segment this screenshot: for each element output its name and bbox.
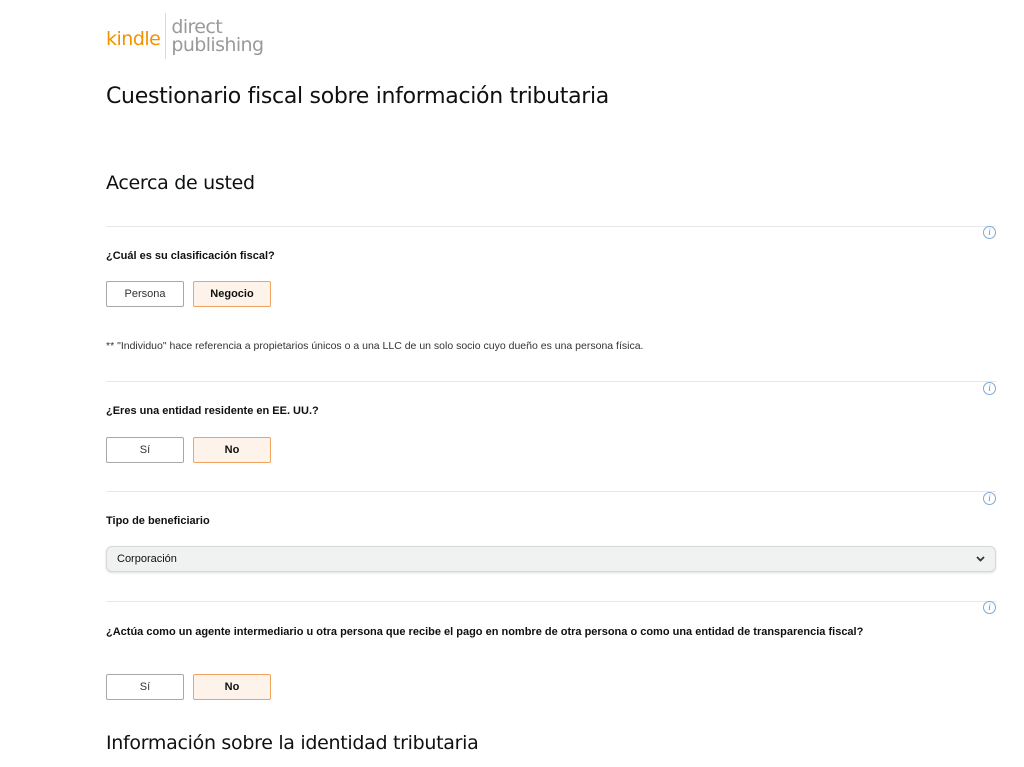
info-icon[interactable]: i [983,382,996,395]
divider [106,226,996,227]
chevron-down-icon [975,554,985,564]
section-title-tax-identity: Información sobre la identidad tributari… [106,732,479,754]
intermediary-no-button[interactable]: No [193,674,271,700]
intermediary-toggle: Sí No [106,674,271,700]
beneficiary-type-label: Tipo de beneficiario [106,515,210,527]
individual-footnote: ** "Individuo" hace referencia a propiet… [106,340,644,352]
beneficiary-type-select[interactable]: Corporación [106,546,996,572]
logo-direct-publishing: direct publishing [171,18,264,56]
info-icon[interactable]: i [983,601,996,614]
info-icon[interactable]: i [983,492,996,505]
us-resident-toggle: Sí No [106,437,271,463]
us-resident-question: ¿Eres una entidad residente en EE. UU.? [106,405,319,417]
intermediary-question: ¿Actúa como un agente intermediario u ot… [106,626,864,638]
divider [106,491,996,492]
kdp-logo[interactable]: kindle direct publishing [106,12,264,60]
us-resident-no-button[interactable]: No [193,437,271,463]
divider [106,381,996,382]
page-title: Cuestionario fiscal sobre información tr… [106,84,609,109]
section-title-about-you: Acerca de usted [106,172,255,194]
us-resident-yes-button[interactable]: Sí [106,437,184,463]
intermediary-yes-button[interactable]: Sí [106,674,184,700]
classification-toggle: Persona Negocio [106,281,271,307]
info-icon[interactable]: i [983,226,996,239]
logo-publishing-text: publishing [171,34,264,56]
logo-separator [165,13,167,59]
classification-negocio-button[interactable]: Negocio [193,281,271,307]
divider [106,601,996,602]
classification-question: ¿Cuál es su clasificación fiscal? [106,250,275,262]
logo-kindle-text: kindle [106,28,161,50]
classification-persona-button[interactable]: Persona [106,281,184,307]
beneficiary-type-value: Corporación [117,553,177,565]
